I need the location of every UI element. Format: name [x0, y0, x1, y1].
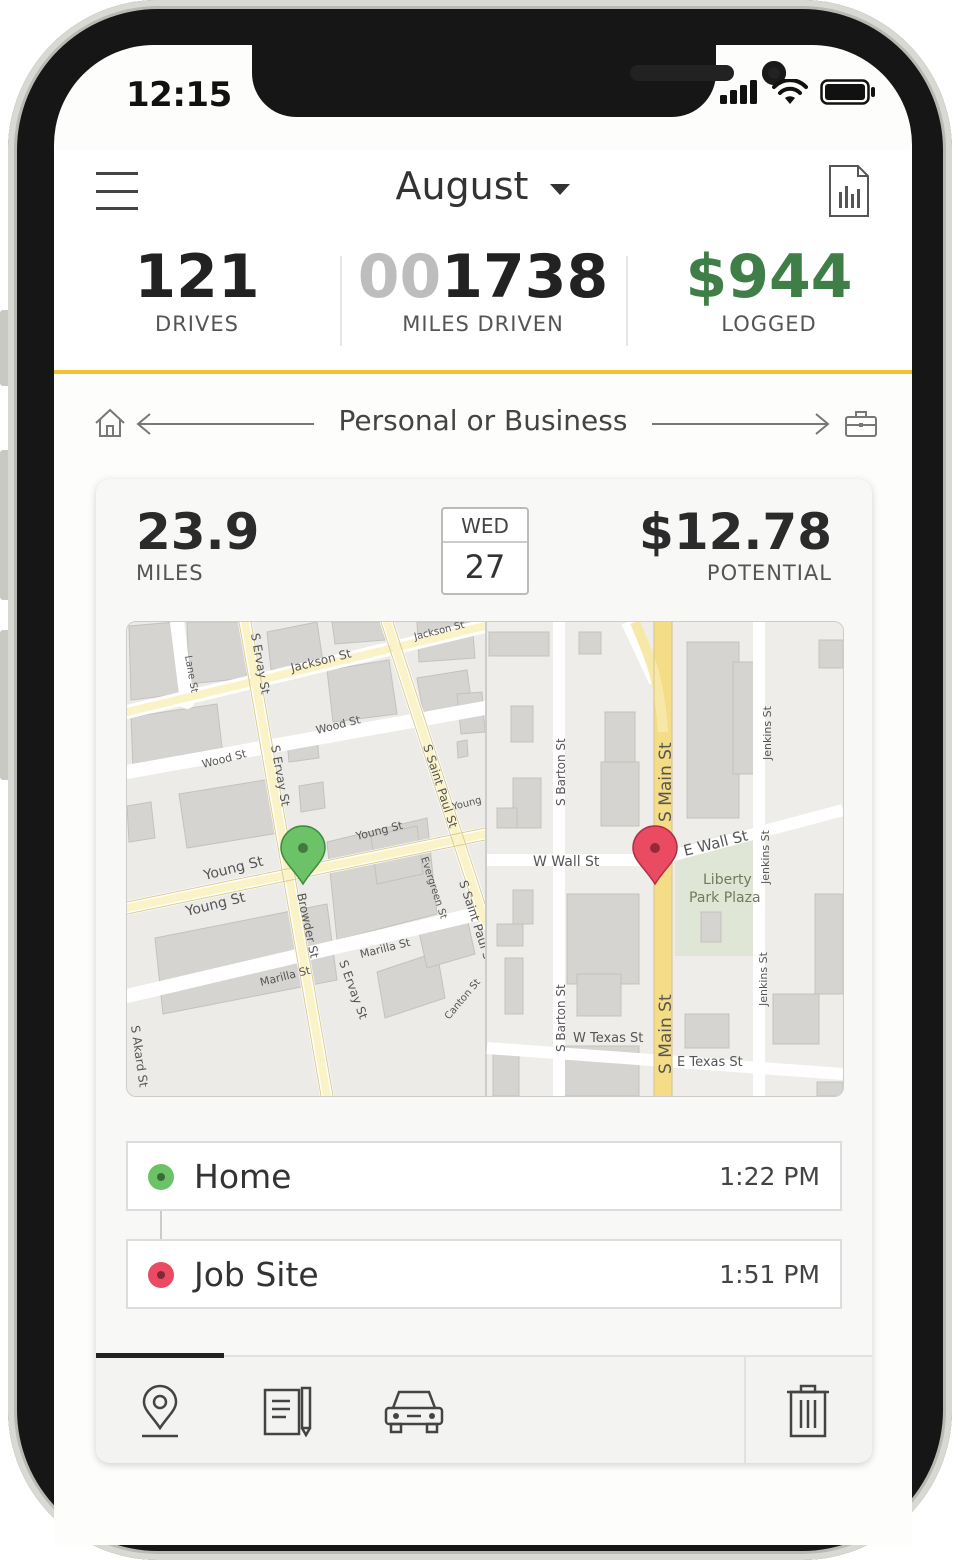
map-pin-icon	[142, 1384, 178, 1438]
stop-start[interactable]: Home 1:22 PM	[126, 1141, 842, 1211]
drives-count: 121	[134, 242, 260, 312]
drive-potential-value: $12.78	[639, 503, 832, 561]
liberty-park-label-line2: Park Plaza	[689, 890, 761, 906]
drives-label: DRIVES	[155, 312, 239, 336]
drive-date-dow: WED	[443, 509, 527, 543]
miles-odometer-leading-zeros: 00	[357, 242, 442, 312]
tab-map[interactable]	[120, 1357, 200, 1463]
street-label-e-texas: E Texas St	[677, 1055, 743, 1070]
street-label-jenkins-2: Jenkins St	[759, 829, 772, 885]
miles-driven-label: MILES DRIVEN	[402, 312, 564, 336]
report-icon[interactable]	[828, 164, 870, 218]
tab-notes[interactable]	[248, 1357, 328, 1463]
drive-miles-value: 23.9	[136, 503, 260, 561]
tab-delete[interactable]	[768, 1357, 848, 1463]
stop-connector	[160, 1211, 162, 1239]
liberty-park-label: Liberty	[703, 872, 752, 888]
app-screen: 12:15 August 121 DRIVES 001738 MILES DRI…	[54, 45, 912, 1545]
start-dot-icon	[148, 1164, 174, 1190]
street-label-main-top: S Main St	[656, 742, 676, 822]
month-label: August	[395, 164, 529, 208]
drive-tab-bar	[96, 1353, 872, 1463]
drive-potential: $12.78 POTENTIAL	[639, 503, 832, 585]
tab-vehicle[interactable]	[374, 1357, 454, 1463]
status-icons	[720, 79, 876, 105]
classify-swipe-hint: Personal or Business	[54, 390, 912, 450]
route-map[interactable]: Jackson St Jackson St Lane St S Ervay St…	[126, 621, 844, 1097]
street-label-barton-2: S Barton St	[554, 984, 568, 1052]
status-time: 12:15	[126, 75, 232, 115]
street-label-barton: S Barton St	[554, 738, 568, 806]
volume-down-button	[0, 630, 8, 780]
street-label-main-bottom: S Main St	[656, 994, 676, 1074]
stat-logged[interactable]: $944 LOGGED	[626, 242, 912, 352]
route-map-canvas: Jackson St Jackson St Lane St S Ervay St…	[127, 622, 843, 1096]
summary-header: August 121 DRIVES 001738 MILES DRIVEN $9…	[54, 150, 912, 374]
stat-drives[interactable]: 121 DRIVES	[54, 242, 340, 352]
end-dot-icon	[148, 1262, 174, 1288]
drive-miles: 23.9 MILES	[136, 503, 259, 585]
arrow-right-icon	[652, 413, 830, 435]
mute-switch	[0, 310, 8, 386]
logged-amount: $944	[685, 242, 853, 312]
volume-up-button	[0, 450, 8, 600]
stop-end-name: Job Site	[194, 1255, 319, 1294]
stop-end[interactable]: Job Site 1:51 PM	[126, 1239, 842, 1309]
drive-card[interactable]: 23.9 MILES WED 27 $12.78 POTENTIAL Jacks…	[96, 479, 872, 1463]
street-label-jenkins: Jenkins St	[761, 705, 774, 761]
miles-odometer-value: 1738	[441, 242, 609, 312]
logged-label: LOGGED	[721, 312, 817, 336]
stop-start-name: Home	[194, 1157, 292, 1196]
drive-date: WED 27	[441, 507, 529, 595]
trash-icon	[787, 1384, 829, 1438]
street-label-w-wall: W Wall St	[533, 854, 600, 870]
stats-row: 121 DRIVES 001738 MILES DRIVEN $944 LOGG…	[54, 242, 912, 352]
stop-end-time: 1:51 PM	[719, 1260, 820, 1289]
notes-icon	[263, 1386, 312, 1437]
month-selector[interactable]: August	[54, 164, 912, 208]
phone-frame: 12:15 August 121 DRIVES 001738 MILES DRI…	[0, 0, 960, 1560]
briefcase-icon[interactable]	[844, 410, 878, 438]
wifi-icon	[772, 79, 808, 104]
caret-down-icon	[549, 183, 570, 195]
speaker	[630, 65, 734, 81]
notch	[252, 45, 786, 117]
street-label-jenkins-3: Jenkins St	[757, 951, 770, 1007]
battery-icon	[820, 79, 875, 105]
car-icon	[384, 1390, 444, 1434]
drive-date-day: 27	[464, 548, 506, 586]
stat-miles[interactable]: 001738 MILES DRIVEN	[340, 242, 626, 352]
stop-start-time: 1:22 PM	[719, 1162, 820, 1191]
drive-potential-label: POTENTIAL	[706, 561, 832, 585]
signal-icon	[720, 80, 757, 104]
tab-divider	[744, 1357, 746, 1463]
drive-miles-label: MILES	[136, 561, 204, 585]
miles-driven-count: 001738	[340, 242, 626, 312]
street-label-w-texas: W Texas St	[573, 1031, 643, 1046]
